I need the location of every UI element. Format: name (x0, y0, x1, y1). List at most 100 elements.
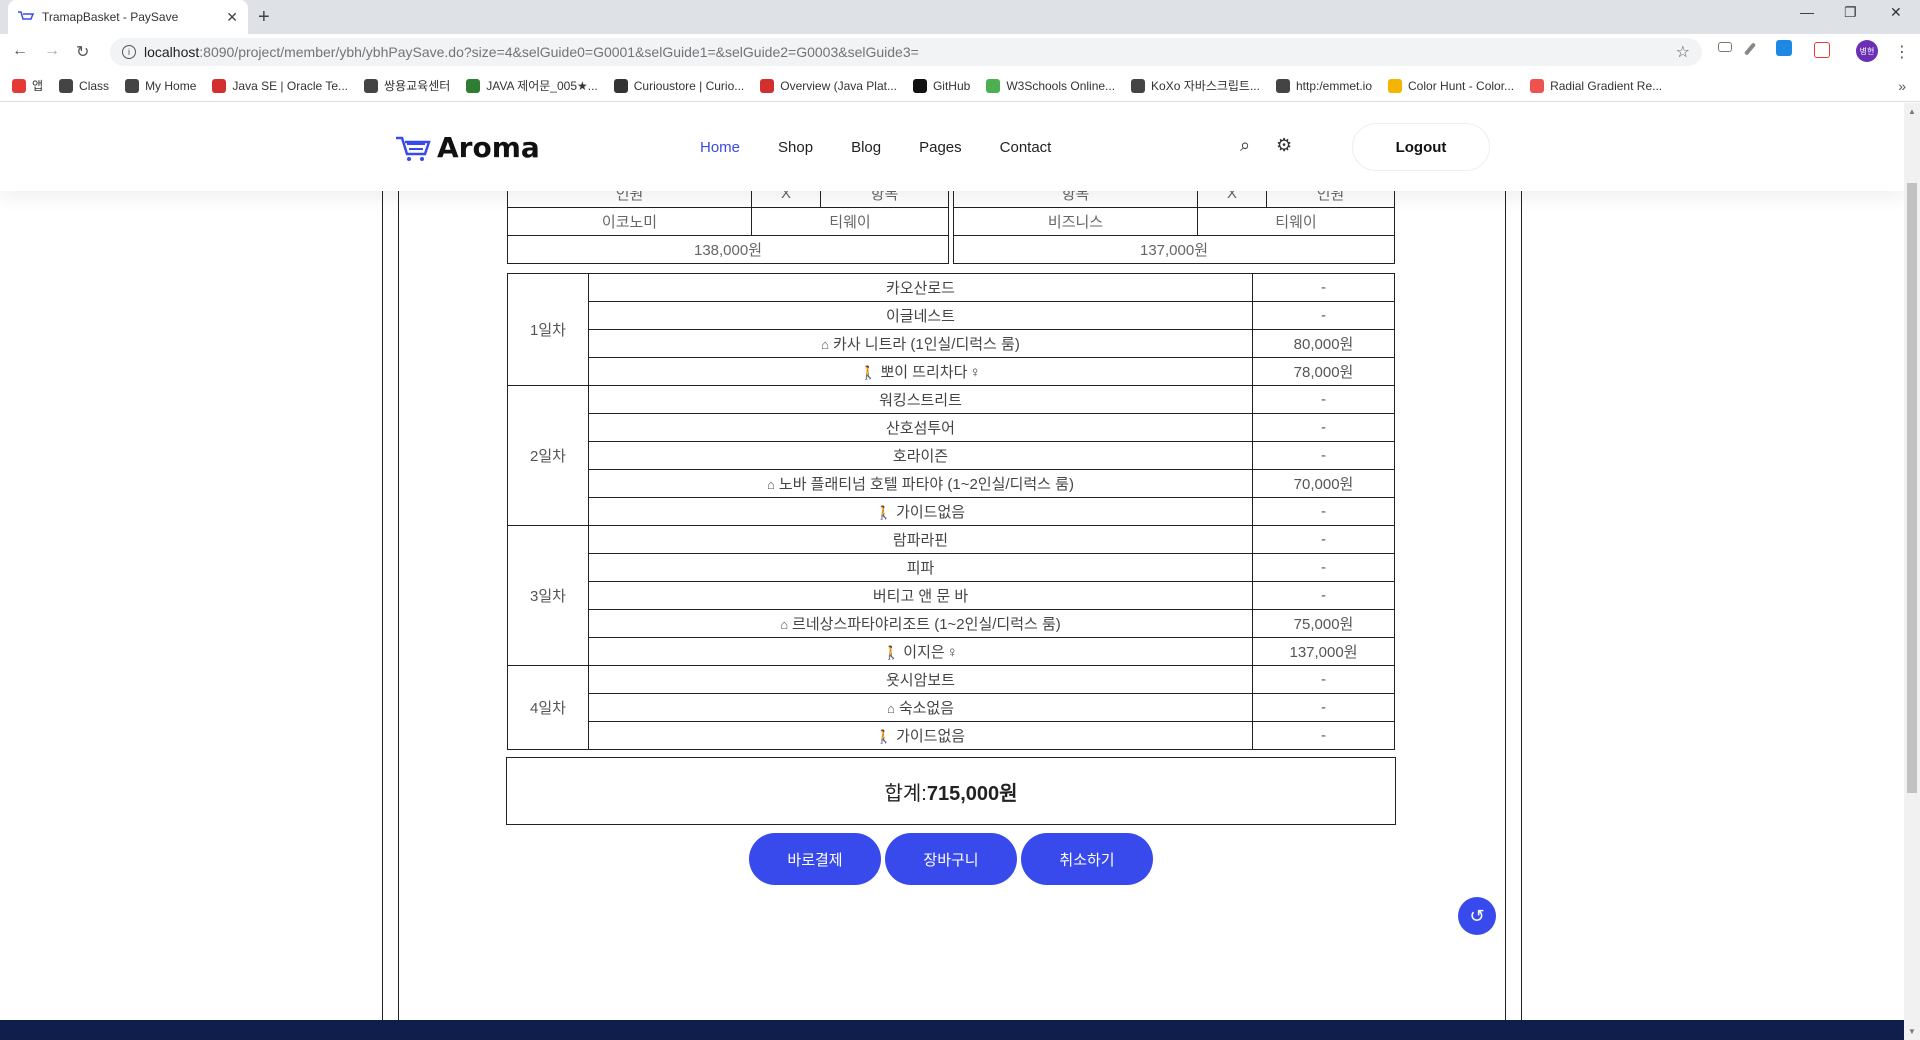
forward-icon[interactable]: → (44, 42, 60, 60)
search-icon[interactable]: ⌕ (1240, 135, 1250, 156)
calendar-icon[interactable] (1814, 42, 1830, 58)
extension-badge-icon[interactable] (1776, 40, 1792, 56)
undo-icon[interactable]: ↺ (1458, 897, 1496, 935)
extension-icon[interactable] (1718, 42, 1732, 52)
bookmark-label: Radial Gradient Re... (1550, 78, 1663, 93)
place-cell: 카오산로드 (588, 273, 1253, 302)
place-cell: 산호섬투어 (588, 413, 1253, 442)
bookmark-label: W3Schools Online... (1006, 78, 1116, 93)
itinerary-row: 산호섬투어 - (508, 413, 1395, 442)
bookmark-favicon-icon (1388, 78, 1403, 93)
home-icon: ⌂ (767, 477, 775, 492)
place-name: 노바 플래티넘 호텔 파타야 (1~2인실/디럭스 룸) (778, 476, 1074, 493)
price-cell: - (1252, 301, 1395, 330)
price-cell: - (1252, 553, 1395, 582)
bookmark-item[interactable]: 쌍용교육센터 (364, 77, 450, 94)
logout-button[interactable]: Logout (1352, 123, 1490, 171)
scrollbar[interactable]: ▲ ▼ (1904, 103, 1920, 1040)
nav-pages[interactable]: Pages (919, 139, 962, 156)
address-bar[interactable]: i localhost:8090/project/member/ybh/ybhP… (110, 38, 1702, 66)
airline: 티웨이 (1197, 207, 1395, 236)
bookmark-item[interactable]: W3Schools Online... (986, 78, 1116, 93)
bookmark-favicon-icon (760, 78, 775, 93)
gear-icon[interactable]: ⚙ (1276, 135, 1292, 156)
pay-now-button[interactable]: 바로결제 (749, 833, 881, 885)
bookmark-item[interactable]: My Home (125, 78, 197, 93)
bookmark-label: Class (79, 78, 110, 93)
place-cell: 🚶 뽀이 뜨리차다 ♀ (588, 357, 1253, 386)
bookmarks-overflow-icon[interactable]: » (1898, 78, 1906, 94)
minimize-icon[interactable]: — (1800, 4, 1814, 20)
cancel-button[interactable]: 취소하기 (1021, 833, 1153, 885)
window-close-icon[interactable]: ✕ (1890, 4, 1902, 21)
price-cell: - (1252, 441, 1395, 470)
bookmark-item[interactable]: 앱 (12, 77, 43, 94)
bookmark-item[interactable]: GitHub (912, 78, 971, 93)
itinerary-row: 버티고 앤 문 바 - (508, 581, 1395, 610)
page-viewport: 인원 X 항목 이코노미 티웨이 138,000원 항목 X 인원 비즈니스 티… (0, 103, 1904, 1040)
guide-walk-icon: 🚶 (883, 646, 900, 661)
price-cell: 75,000원 (1252, 609, 1395, 638)
bookmark-item[interactable]: Curioustore | Curio... (613, 78, 745, 93)
itinerary-row: 피파 - (508, 553, 1395, 582)
browser-tab[interactable]: TramapBasket - PaySave ✕ (8, 0, 248, 34)
footer (0, 1020, 1904, 1040)
bookmark-item[interactable]: KoXo 자바스크립트... (1131, 77, 1260, 94)
reload-icon[interactable]: ↻ (76, 42, 89, 62)
bookmark-label: Overview (Java Plat... (780, 78, 897, 93)
place-name: 버티고 앤 문 바 (872, 588, 969, 605)
total-box: 합계: 715,000원 (506, 757, 1396, 825)
flight-table-left: 인원 X 항목 이코노미 티웨이 138,000원 (507, 179, 949, 264)
home-icon: ⌂ (821, 337, 830, 352)
nav-shop[interactable]: Shop (778, 139, 813, 156)
add-to-cart-button[interactable]: 장바구니 (885, 833, 1017, 885)
tab-close-icon[interactable]: ✕ (226, 9, 238, 26)
new-tab-button[interactable]: + (258, 6, 270, 29)
bookmark-item[interactable]: Color Hunt - Color... (1388, 78, 1514, 93)
logo-text: Aroma (437, 131, 540, 164)
total-value: 715,000원 (926, 782, 1018, 805)
logo[interactable]: Aroma (395, 131, 540, 164)
price-cell: - (1252, 665, 1395, 694)
place-cell: ⌂ 숙소없음 (588, 693, 1253, 722)
nav-contact[interactable]: Contact (1000, 139, 1052, 156)
day-label: 2일차 (507, 385, 589, 526)
bookmark-item[interactable]: JAVA 제어문_005★... (466, 77, 598, 94)
scroll-down-icon[interactable]: ▼ (1908, 1027, 1916, 1036)
place-name: 호라이즌 (892, 448, 949, 465)
itinerary-row: ⌂ 카사 니트라 (1인실/디럭스 룸) 80,000원 (508, 329, 1395, 358)
itinerary-table: 1일차 카오산로드 - 이글네스트 - ⌂ 카사 니트라 (1인실/디럭스 룸) 80,000… (507, 273, 1395, 750)
price-cell: 80,000원 (1252, 329, 1395, 358)
bookmark-item[interactable]: Java SE | Oracle Te... (212, 78, 348, 93)
bookmark-favicon-icon (125, 78, 140, 93)
scroll-up-icon[interactable]: ▲ (1908, 107, 1916, 116)
female-icon: ♀ (946, 644, 958, 661)
bookmark-label: GitHub (932, 78, 971, 93)
nav-blog[interactable]: Blog (851, 139, 881, 156)
place-cell: 🚶 이지은 ♀ (588, 637, 1253, 666)
bookmark-item[interactable]: Overview (Java Plat... (760, 78, 897, 93)
bookmark-favicon-icon (364, 78, 379, 93)
bookmark-favicon-icon (1131, 78, 1146, 93)
bookmark-item[interactable]: Class (59, 78, 110, 93)
restore-icon[interactable]: ❐ (1844, 4, 1857, 21)
bookmark-item[interactable]: http:/emmet.io (1275, 78, 1372, 93)
back-icon[interactable]: ← (12, 42, 28, 60)
price-cell: 137,000원 (1252, 637, 1395, 666)
day-label: 1일차 (507, 273, 589, 386)
price-cell: 70,000원 (1252, 469, 1395, 498)
bookmark-item[interactable]: Radial Gradient Re... (1530, 78, 1663, 93)
scrollbar-thumb[interactable] (1907, 183, 1917, 793)
profile-avatar[interactable]: 병현 (1856, 40, 1878, 62)
nav-home[interactable]: Home (700, 139, 740, 156)
itinerary-row: 4일차 욧시암보트 - (507, 665, 1395, 750)
bookmark-label: My Home (145, 78, 197, 93)
place-name: 워킹스트리트 (879, 392, 962, 409)
bookmark-star-icon[interactable]: ☆ (1676, 42, 1690, 62)
menu-icon[interactable]: ⋮ (1894, 42, 1910, 62)
bookmark-label: JAVA 제어문_005★... (486, 79, 598, 93)
info-icon[interactable]: i (122, 45, 136, 59)
bookmark-label: Curioustore | Curio... (633, 78, 745, 93)
eyedropper-icon[interactable] (1743, 42, 1757, 56)
bookmark-favicon-icon (466, 78, 481, 93)
